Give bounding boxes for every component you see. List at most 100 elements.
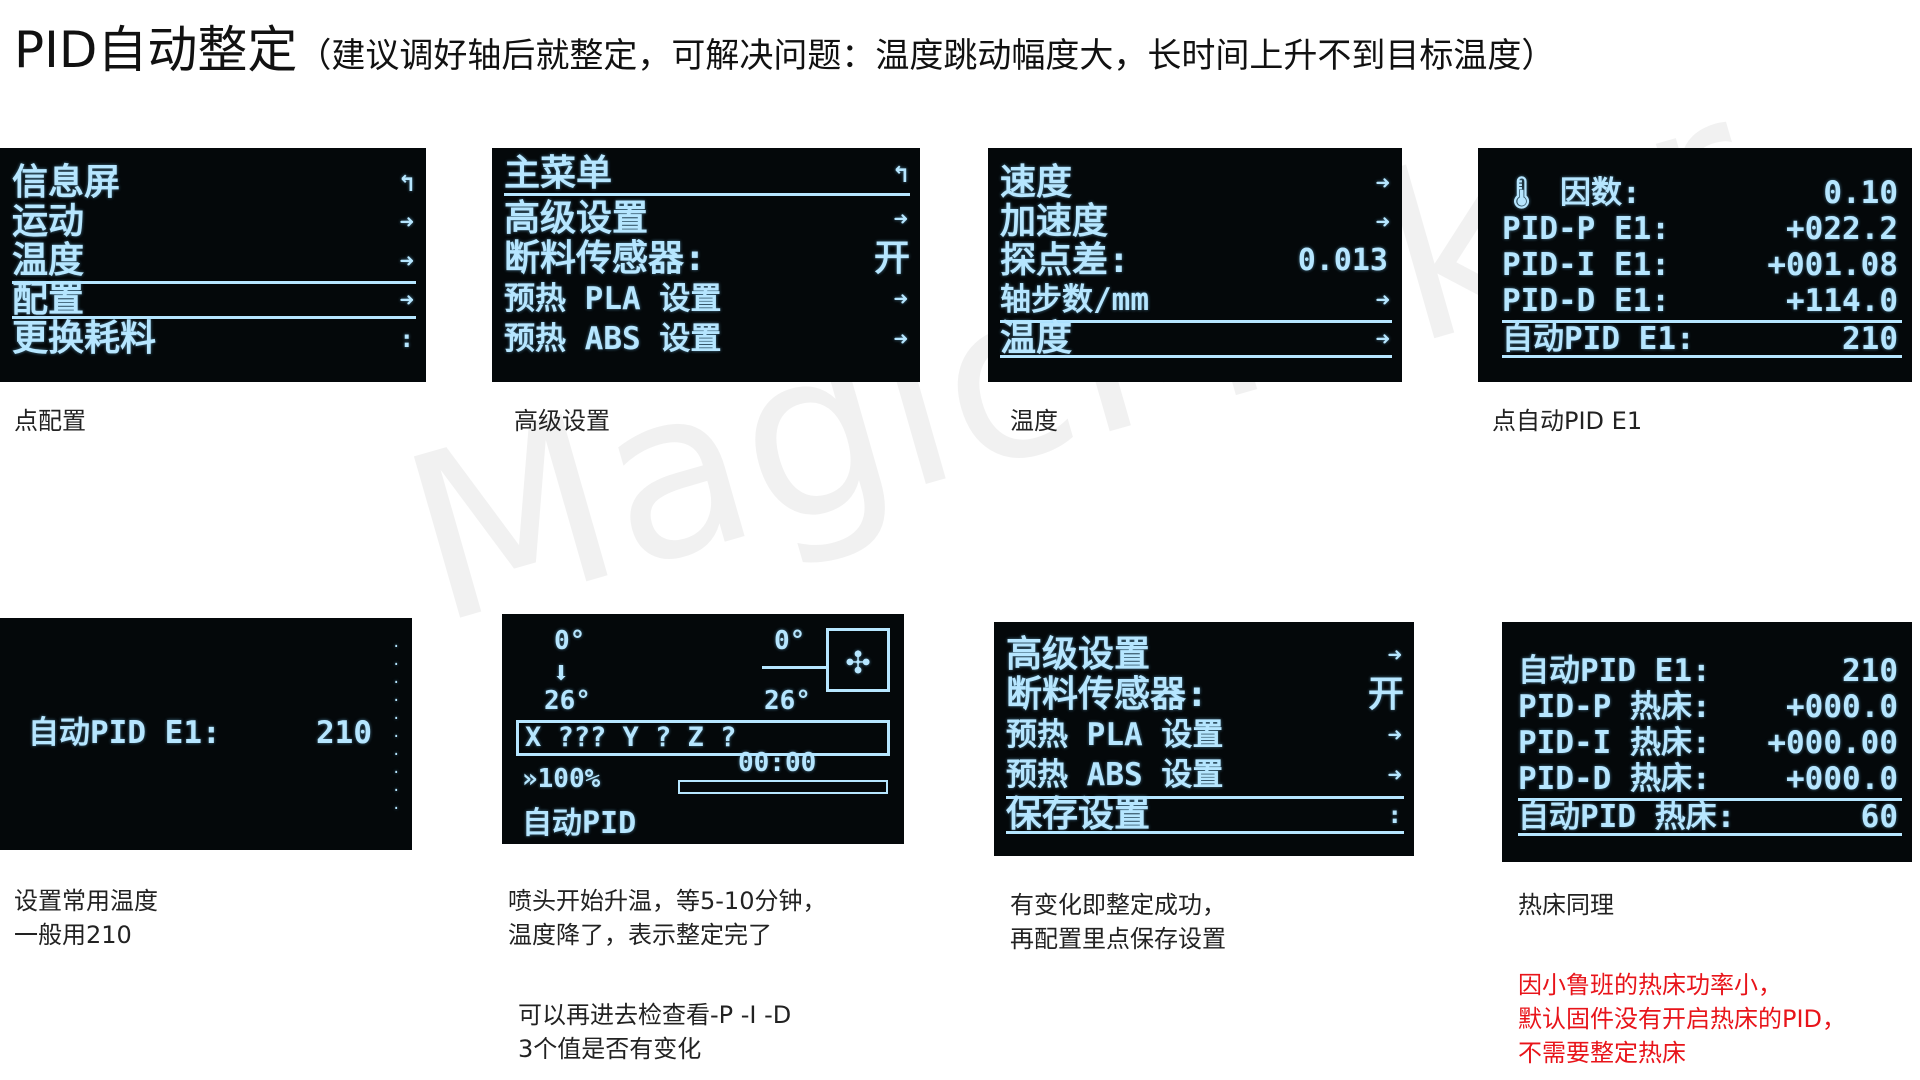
caption-step-1: 点配置 — [14, 407, 86, 435]
pid-i-value: +001.08 — [1767, 247, 1898, 283]
axis-position-bar: X ??? Y ? Z ? — [516, 720, 890, 756]
lcd-screen-autotune-temp: 自动PID E1: 210 · · · · · · · · · · — [0, 618, 412, 850]
filament-sensor-value: 开 — [1367, 674, 1404, 715]
menu-row-motion[interactable]: 运动 ➜ — [12, 203, 416, 241]
back-icon: ↰ — [893, 160, 908, 188]
caption-step-7-line-2: 再配置里点保存设置 — [1010, 925, 1226, 953]
note-step-8-line-3: 不需要整定热床 — [1518, 1039, 1686, 1067]
note-step-8-line-1: 因小鲁班的热床功率小， — [1518, 971, 1782, 999]
arrow-right-icon: ➜ — [893, 325, 908, 353]
lcd-screen-configuration: 主菜单 ↰ 高级设置 ➜ 断料传感器: 开 预热 PLA 设置 ➜ 预热 ABS 设置 ➜ — [492, 148, 920, 382]
arrow-right-icon: ➜ — [893, 285, 908, 313]
scroll-dots-icon: : — [399, 325, 414, 353]
caption-step-8: 热床同理 — [1518, 891, 1614, 919]
arrow-right-icon: ➜ — [1387, 761, 1402, 789]
arrow-right-icon: ➜ — [399, 208, 414, 236]
status-message: 自动PID — [522, 806, 637, 841]
factor-value: 0.10 — [1823, 175, 1898, 211]
hotend-current-temp: 26° — [544, 686, 591, 716]
menu-row-pid-d-bed[interactable]: PID-D 热床: +000.0 — [1518, 760, 1902, 798]
fan-icon: ✣ — [826, 628, 890, 692]
menu-row-pid-p-e1[interactable]: PID-P E1: +022.2 — [1502, 210, 1902, 248]
arrow-right-icon: ➜ — [1387, 721, 1402, 749]
menu-row-autotune-bed[interactable]: 自动PID 热床: 60 — [1518, 798, 1902, 836]
arrow-right-icon: ➜ — [399, 247, 414, 275]
caption-step-3: 温度 — [1010, 407, 1058, 435]
menu-row-autotune-e1[interactable]: 自动PID E1: 210 — [1502, 320, 1902, 358]
menu-row-temperature[interactable]: 温度 ➜ — [12, 242, 416, 280]
autotune-e1-value: 210 — [1842, 321, 1898, 357]
print-speed: »100% — [522, 764, 601, 794]
arrow-right-icon: ➜ — [893, 205, 908, 233]
note-step-8-line-2: 默认固件没有开启热床的PID， — [1518, 1005, 1847, 1033]
page-title: PID自动整定（建议调好轴后就整定，可解决问题：温度跳动幅度大，长时间上升不到目… — [14, 10, 1555, 82]
pid-p-value: +022.2 — [1786, 211, 1898, 247]
lcd-screen-advanced-settings: 速度 ➜ 加速度 ➜ 探点差: 0.013 轴步数/mm ➜ 温度 ➜ — [988, 148, 1402, 382]
title-subtitle: （建议调好轴后就整定，可解决问题：温度跳动幅度大，长时间上升不到目标温度） — [297, 36, 1556, 76]
caption-step-6-line-2: 温度降了，表示整定完了 — [508, 921, 772, 949]
menu-row-configuration[interactable]: 配置 ➜ — [12, 281, 416, 319]
hotend-target-temp: 0° — [554, 626, 586, 656]
caption-step-2: 高级设置 — [514, 407, 610, 435]
menu-row-pid-i-bed[interactable]: PID-I 热床: +000.00 — [1518, 724, 1902, 762]
menu-row-filament-sensor[interactable]: 断料传感器: 开 — [504, 240, 910, 278]
menu-row-autotune-e1[interactable]: 自动PID E1: 210 — [1518, 652, 1902, 690]
lcd-screen-temperature-pid: 🌡 因数: 0.10 PID-P E1: +022.2 PID-I E1: +001.… — [1478, 148, 1912, 382]
menu-row-pid-i-e1[interactable]: PID-I E1: +001.08 — [1502, 246, 1902, 284]
menu-row-main-menu[interactable]: 主菜单 ↰ — [504, 156, 910, 196]
menu-row-filament-sensor[interactable]: 断料传感器: 开 — [1006, 676, 1404, 714]
arrow-right-icon: ➜ — [1375, 208, 1390, 236]
menu-row-pid-p-bed[interactable]: PID-P 热床: +000.0 — [1518, 688, 1902, 726]
bed-pid-d-value: +000.0 — [1786, 761, 1898, 797]
menu-row-speed[interactable]: 速度 ➜ — [1000, 164, 1392, 202]
caption-step-6-line-1: 喷头开始升温，等5-10分钟， — [508, 887, 827, 915]
bed-current-temp: 26° — [764, 686, 811, 716]
menu-row-autotune-e1[interactable]: 自动PID E1: 210 — [28, 714, 372, 752]
arrow-right-icon: ➜ — [399, 286, 414, 314]
caption-step-5-line-1: 设置常用温度 — [14, 887, 158, 915]
arrow-right-icon: ➜ — [1375, 286, 1390, 314]
arrow-right-icon: ➜ — [1387, 641, 1402, 669]
menu-row-probe-offset[interactable]: 探点差: 0.013 — [1000, 242, 1392, 280]
pid-d-value: +114.0 — [1786, 283, 1898, 319]
filament-sensor-value: 开 — [873, 238, 910, 279]
menu-row-preheat-pla[interactable]: 预热 PLA 设置 ➜ — [504, 280, 910, 318]
arrow-right-icon: ➜ — [1375, 169, 1390, 197]
autotune-bed-value: 60 — [1860, 799, 1898, 835]
autotune-e1-value: 210 — [1842, 653, 1898, 689]
caption-step-7-line-1: 有变化即整定成功， — [1010, 891, 1226, 919]
caption-step-4: 点自动PID E1 — [1492, 407, 1643, 435]
menu-row-factor[interactable]: 🌡 因数: 0.10 — [1502, 174, 1902, 212]
menu-row-preheat-pla[interactable]: 预热 PLA 设置 ➜ — [1006, 716, 1404, 754]
menu-row-info[interactable]: 信息屏 ↰ — [12, 164, 416, 202]
probe-offset-value: 0.013 — [1297, 243, 1388, 278]
bed-target-temp: 0° — [774, 626, 806, 656]
lcd-screen-bed-pid: 自动PID E1: 210 PID-P 热床: +000.0 PID-I 热床: +0… — [1502, 622, 1912, 862]
bed-pid-i-value: +000.00 — [1767, 725, 1898, 761]
lcd-screen-save-settings: 高级设置 ➜ 断料传感器: 开 预热 PLA 设置 ➜ 预热 ABS 设置 ➜ 保存设置… — [994, 622, 1414, 856]
menu-row-temperature[interactable]: 温度 ➜ — [1000, 320, 1392, 358]
menu-row-steps-per-mm[interactable]: 轴步数/mm ➜ — [1000, 281, 1392, 319]
menu-row-advanced-settings[interactable]: 高级设置 ➜ — [1006, 636, 1404, 674]
menu-row-pid-d-e1[interactable]: PID-D E1: +114.0 — [1502, 282, 1902, 320]
menu-row-save-settings[interactable]: 保存设置: — [1006, 796, 1404, 834]
arrow-right-icon: ➜ — [1375, 325, 1390, 353]
menu-row-preheat-abs[interactable]: 预热 ABS 设置 ➜ — [1006, 756, 1404, 794]
note-step-6-line-1: 可以再进去检查看-P -I -D — [518, 1001, 792, 1029]
autotune-temp-value: 210 — [316, 715, 372, 751]
scroll-dots-icon: : — [1387, 801, 1402, 829]
title-main: PID自动整定 — [14, 21, 298, 79]
lcd-screen-status: 0° ⬇ 26° 0° 26° ✣ X ??? Y ? Z ? »100% 00… — [502, 614, 904, 844]
note-step-6-line-2: 3个值是否有变化 — [518, 1035, 702, 1063]
elapsed-time: 00:00 — [738, 748, 817, 778]
menu-row-change-filament[interactable]: 更换耗料: — [12, 320, 416, 358]
caption-step-5-line-2: 一般用210 — [14, 921, 132, 949]
progress-bar — [678, 780, 888, 794]
back-icon: ↰ — [399, 169, 414, 197]
scrollbar[interactable]: · · · · · · · · · · — [392, 638, 400, 818]
menu-row-preheat-abs[interactable]: 预热 ABS 设置 ➜ — [504, 320, 910, 358]
bed-icon — [762, 666, 826, 669]
lcd-screen-main-menu: 信息屏 ↰ 运动 ➜ 温度 ➜ 配置 ➜ 更换耗料: — [0, 148, 426, 382]
menu-row-advanced-settings[interactable]: 高级设置 ➜ — [504, 200, 910, 238]
menu-row-acceleration[interactable]: 加速度 ➜ — [1000, 203, 1392, 241]
